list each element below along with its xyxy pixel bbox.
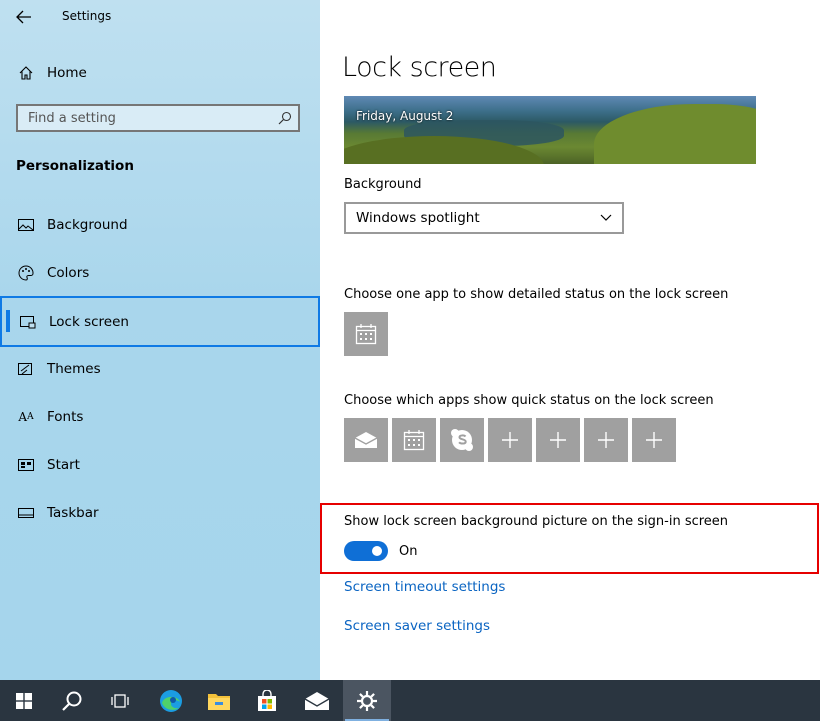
edge-button[interactable] xyxy=(147,680,195,721)
settings-app-button[interactable] xyxy=(343,680,391,721)
sidebar-item-home[interactable]: Home xyxy=(0,49,320,97)
main-content: Lock screen Friday, August 2 Background … xyxy=(320,0,820,680)
window-title: Settings xyxy=(62,9,112,23)
home-icon xyxy=(16,63,36,83)
skype-icon xyxy=(451,429,473,451)
task-view-icon xyxy=(111,693,129,708)
quick-status-app-mail[interactable] xyxy=(344,418,388,462)
windows-start-icon xyxy=(16,692,32,709)
calendar-icon xyxy=(403,430,425,451)
chevron-down-icon xyxy=(600,214,612,221)
taskbar xyxy=(0,680,820,721)
search-icon xyxy=(278,111,292,125)
taskbar-icon xyxy=(16,503,36,523)
sidebar-item-background[interactable]: Background xyxy=(0,201,320,249)
palette-icon xyxy=(16,263,36,283)
back-button[interactable] xyxy=(8,3,40,31)
sidebar-item-themes[interactable]: Themes xyxy=(0,345,320,393)
edge-icon xyxy=(160,689,182,712)
plus-icon xyxy=(646,432,662,448)
lock-screen-icon xyxy=(18,312,38,332)
plus-icon xyxy=(598,432,614,448)
back-arrow-icon xyxy=(16,10,31,24)
sidebar-item-label: Colors xyxy=(47,265,90,281)
quick-status-app-skype[interactable] xyxy=(440,418,484,462)
taskbar-search-button[interactable] xyxy=(48,680,96,721)
mail-icon xyxy=(304,691,330,710)
sidebar-item-label: Lock screen xyxy=(49,313,129,330)
page-title: Lock screen xyxy=(342,52,497,83)
background-label: Background xyxy=(344,177,422,192)
sidebar-item-label: Taskbar xyxy=(47,505,99,521)
sidebar-item-start[interactable]: Start xyxy=(0,441,320,489)
background-dropdown-value: Windows spotlight xyxy=(356,210,480,226)
sidebar: Settings Home Personalization Background… xyxy=(0,0,320,680)
start-icon xyxy=(16,455,36,475)
detailed-status-app-button[interactable] xyxy=(344,312,388,356)
highlight-box xyxy=(320,503,819,574)
sidebar-item-lock-screen[interactable]: Lock screen xyxy=(0,296,320,347)
quick-status-add-button[interactable] xyxy=(632,418,676,462)
quick-status-label: Choose which apps show quick status on t… xyxy=(344,393,714,408)
quick-status-app-calendar[interactable] xyxy=(392,418,436,462)
file-explorer-button[interactable] xyxy=(195,680,243,721)
quick-status-add-button[interactable] xyxy=(536,418,580,462)
sidebar-item-colors[interactable]: Colors xyxy=(0,249,320,297)
detailed-status-label: Choose one app to show detailed status o… xyxy=(344,287,729,302)
quick-status-add-button[interactable] xyxy=(584,418,628,462)
plus-icon xyxy=(550,432,566,448)
search-icon xyxy=(62,691,82,711)
fonts-icon: AA xyxy=(18,410,34,424)
calendar-icon xyxy=(355,324,377,345)
quick-status-add-button[interactable] xyxy=(488,418,532,462)
search-field[interactable] xyxy=(16,104,300,132)
section-heading: Personalization xyxy=(16,158,134,174)
lock-screen-preview: Friday, August 2 xyxy=(344,96,756,164)
preview-date: Friday, August 2 xyxy=(356,109,454,123)
plus-icon xyxy=(502,432,518,448)
task-view-button[interactable] xyxy=(96,680,144,721)
start-button[interactable] xyxy=(0,680,48,721)
sidebar-item-label: Background xyxy=(47,217,128,233)
screen-timeout-link[interactable]: Screen timeout settings xyxy=(344,579,505,595)
sidebar-item-label: Themes xyxy=(47,361,101,377)
sidebar-item-label: Start xyxy=(47,457,80,473)
background-dropdown[interactable]: Windows spotlight xyxy=(344,202,624,234)
picture-icon xyxy=(16,215,36,235)
settings-icon xyxy=(357,690,377,711)
store-button[interactable] xyxy=(243,680,291,721)
sidebar-item-fonts[interactable]: AA Fonts xyxy=(0,393,320,441)
sidebar-item-label: Fonts xyxy=(47,409,84,425)
file-explorer-icon xyxy=(208,693,230,710)
mail-icon xyxy=(354,432,378,448)
search-input[interactable] xyxy=(18,106,268,130)
sidebar-item-label: Home xyxy=(47,65,87,81)
sidebar-item-taskbar[interactable]: Taskbar xyxy=(0,489,320,537)
themes-icon xyxy=(16,359,36,379)
store-icon xyxy=(258,689,276,711)
screen-saver-link[interactable]: Screen saver settings xyxy=(344,618,490,634)
mail-app-button[interactable] xyxy=(293,680,341,721)
